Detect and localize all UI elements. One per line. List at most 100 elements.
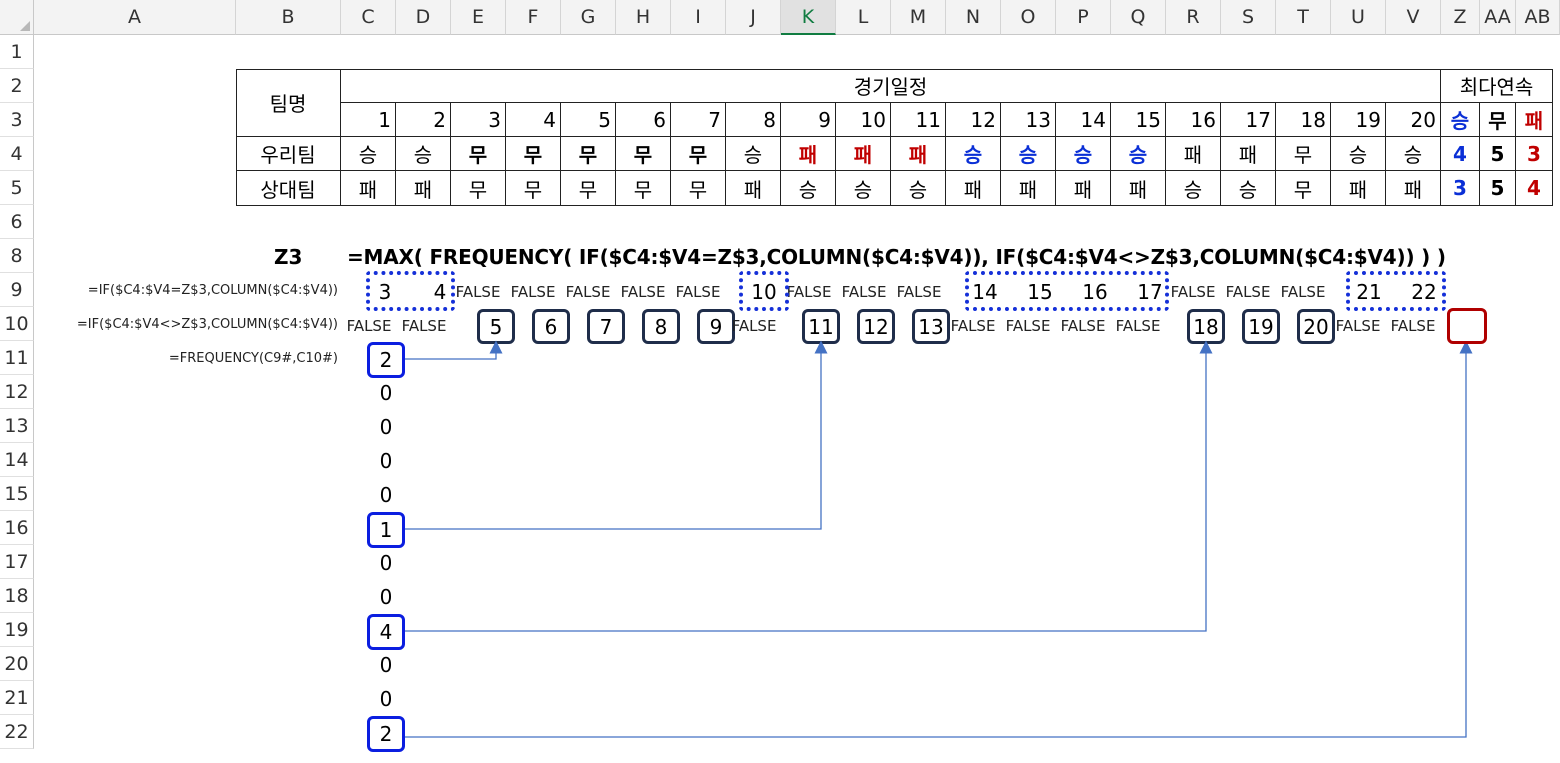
- row9-value-17: FALSE: [1225, 283, 1271, 301]
- column-header-s[interactable]: S: [1221, 0, 1276, 35]
- our-team-label: 우리팀: [236, 137, 341, 171]
- column-header-g[interactable]: G: [561, 0, 616, 35]
- our-result-3: 무: [451, 137, 506, 171]
- game-number-9: 9: [781, 103, 836, 137]
- row9-label: =IF($C4:$V4=Z$3,COLUMN($C4:$V4)): [87, 283, 338, 298]
- row-header-18[interactable]: 18: [0, 579, 34, 613]
- game-number-6: 6: [616, 103, 671, 137]
- column-header-f[interactable]: F: [506, 0, 561, 35]
- opp-result-18: 무: [1276, 171, 1331, 206]
- game-number-15: 15: [1111, 103, 1166, 137]
- column-header-q[interactable]: Q: [1111, 0, 1166, 35]
- column-header-a[interactable]: A: [34, 0, 236, 35]
- row-header-10[interactable]: 10: [0, 307, 34, 341]
- row9-value-3: FALSE: [455, 283, 501, 301]
- row-header-11[interactable]: 11: [0, 341, 34, 375]
- row-header-17[interactable]: 17: [0, 545, 34, 579]
- result-empty-box: [1447, 308, 1487, 344]
- our-streak-2: 3: [1516, 137, 1553, 171]
- our-result-8: 승: [726, 137, 781, 171]
- row-header-22[interactable]: 22: [0, 715, 34, 749]
- opp-result-12: 패: [946, 171, 1001, 206]
- row10-value-19: FALSE: [1335, 317, 1381, 335]
- column-header-u[interactable]: U: [1331, 0, 1386, 35]
- column-header-p[interactable]: P: [1056, 0, 1111, 35]
- row-header-3[interactable]: 3: [0, 103, 34, 137]
- row10-label: =IF($C4:$V4<>Z$3,COLUMN($C4:$V4)): [76, 317, 338, 332]
- row-header-6[interactable]: 6: [0, 205, 34, 239]
- spreadsheet[interactable]: A B C D E F G H I J K L M N O P Q R S T U V Z AA AB 1 2 3 4 5 6 8 9 10 11…: [0, 0, 1560, 763]
- column-header-c[interactable]: C: [341, 0, 396, 35]
- row-header-1[interactable]: 1: [0, 35, 34, 69]
- row-header-16[interactable]: 16: [0, 511, 34, 545]
- our-result-14: 승: [1056, 137, 1111, 171]
- our-result-4: 무: [506, 137, 561, 171]
- column-header-i[interactable]: I: [671, 0, 726, 35]
- column-header-ab[interactable]: AB: [1516, 0, 1560, 35]
- game-number-12: 12: [946, 103, 1001, 137]
- row10-boxed-value-10: 12: [857, 309, 895, 344]
- row-header-9[interactable]: 9: [0, 273, 34, 307]
- opp-result-5: 무: [561, 171, 616, 206]
- row9-group-outline-1: [366, 271, 455, 311]
- row-header-2[interactable]: 2: [0, 69, 34, 103]
- our-result-15: 승: [1111, 137, 1166, 171]
- row9-group-outline-3: [965, 271, 1169, 311]
- column-header-j[interactable]: J: [726, 0, 781, 35]
- column-header-d[interactable]: D: [396, 0, 451, 35]
- connector-arrow-3: [405, 340, 1213, 632]
- game-number-7: 7: [671, 103, 726, 137]
- column-header-o[interactable]: O: [1001, 0, 1056, 35]
- select-all-corner[interactable]: [0, 0, 34, 35]
- row-header-8[interactable]: 8: [0, 239, 34, 273]
- our-result-12: 승: [946, 137, 1001, 171]
- row9-value-18: FALSE: [1280, 283, 1326, 301]
- row-header-13[interactable]: 13: [0, 409, 34, 443]
- streak-header: 최다연속: [1441, 69, 1553, 103]
- row-header-15[interactable]: 15: [0, 477, 34, 511]
- game-number-19: 19: [1331, 103, 1386, 137]
- column-header-v[interactable]: V: [1386, 0, 1441, 35]
- column-header-aa[interactable]: AA: [1480, 0, 1516, 35]
- frequency-value-4: 0: [379, 449, 393, 473]
- frequency-value-7: 0: [379, 551, 393, 575]
- game-number-5: 5: [561, 103, 616, 137]
- column-header-e[interactable]: E: [451, 0, 506, 35]
- column-header-h[interactable]: H: [616, 0, 671, 35]
- our-result-11: 패: [891, 137, 946, 171]
- column-header-t[interactable]: T: [1276, 0, 1331, 35]
- frequency-value-10: 0: [379, 653, 393, 677]
- row-header-19[interactable]: 19: [0, 613, 34, 647]
- row9-value-6: FALSE: [620, 283, 666, 301]
- row10-boxed-value-4: 6: [532, 309, 570, 344]
- row-header-5[interactable]: 5: [0, 171, 34, 205]
- frequency-value-11: 0: [379, 687, 393, 711]
- formula-text: =MAX( FREQUENCY( IF($C4:$V4=Z$3,COLUMN($…: [347, 245, 1446, 269]
- game-number-2: 2: [396, 103, 451, 137]
- game-number-20: 20: [1386, 103, 1441, 137]
- row-header-14[interactable]: 14: [0, 443, 34, 477]
- row-header-4[interactable]: 4: [0, 137, 34, 171]
- column-header-z[interactable]: Z: [1441, 0, 1480, 35]
- row-header-20[interactable]: 20: [0, 647, 34, 681]
- our-result-13: 승: [1001, 137, 1056, 171]
- column-header-l[interactable]: L: [836, 0, 891, 35]
- row10-value-13: FALSE: [1005, 317, 1051, 335]
- team-name-header: 팀명: [236, 69, 341, 137]
- our-streak-0: 4: [1441, 137, 1480, 171]
- row9-group-outline-2: [739, 271, 789, 311]
- row-header-12[interactable]: 12: [0, 375, 34, 409]
- game-number-10: 10: [836, 103, 891, 137]
- row10-boxed-value-6: 8: [642, 309, 680, 344]
- column-header-b[interactable]: B: [236, 0, 341, 35]
- opp-result-9: 승: [781, 171, 836, 206]
- game-number-3: 3: [451, 103, 506, 137]
- column-header-r[interactable]: R: [1166, 0, 1221, 35]
- column-header-k[interactable]: K: [781, 0, 836, 35]
- column-header-n[interactable]: N: [946, 0, 1001, 35]
- opp-result-1: 패: [341, 171, 396, 206]
- opp-result-20: 패: [1386, 171, 1441, 206]
- row-header-21[interactable]: 21: [0, 681, 34, 715]
- opp-result-13: 패: [1001, 171, 1056, 206]
- column-header-m[interactable]: M: [891, 0, 946, 35]
